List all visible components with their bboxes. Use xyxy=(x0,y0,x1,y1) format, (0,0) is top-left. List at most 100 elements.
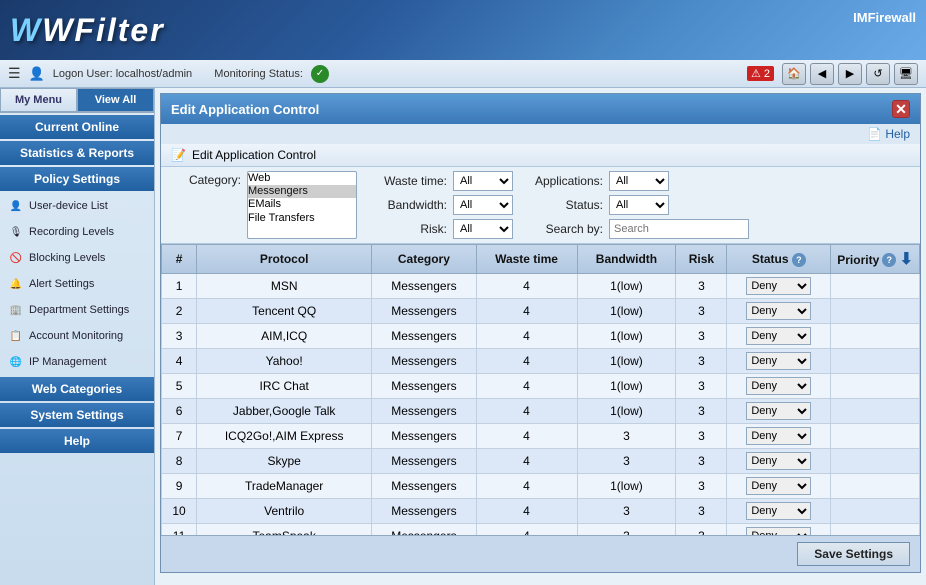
help-link[interactable]: 📄 Help xyxy=(867,127,910,141)
app-control-table: # Protocol Category Waste time Bandwidth… xyxy=(161,244,920,535)
priority-help-icon[interactable]: ? xyxy=(882,253,896,267)
home-button[interactable]: 🏠 xyxy=(782,63,806,85)
cell-status: AllowDenyMonitor xyxy=(727,374,831,399)
col-risk: Risk xyxy=(676,245,727,274)
cell-waste-time: 4 xyxy=(476,474,577,499)
risk-label: Risk: xyxy=(377,222,447,236)
cell-status: AllowDenyMonitor xyxy=(727,324,831,349)
bandwidth-select[interactable]: All xyxy=(453,195,513,215)
cell-priority xyxy=(831,524,920,536)
cell-bandwidth: 1(low) xyxy=(577,399,676,424)
toolbar-nav-icons: ⚠ 2 🏠 ◀ ▶ ↺ 🖥 xyxy=(747,63,918,85)
warning-icon: ⚠ 2 xyxy=(747,66,774,81)
row-status-select[interactable]: AllowDenyMonitor xyxy=(746,352,811,370)
ip-icon: 🌐 xyxy=(8,354,24,370)
sidebar-item-blocking-levels[interactable]: 🚫 Blocking Levels xyxy=(0,245,154,271)
dialog-footer: Save Settings xyxy=(161,535,920,572)
sidebar-item-alert-settings[interactable]: 🔔 Alert Settings xyxy=(0,271,154,297)
cell-status: AllowDenyMonitor xyxy=(727,274,831,299)
row-status-select[interactable]: AllowDenyMonitor xyxy=(746,377,811,395)
dialog-subheader-text: Edit Application Control xyxy=(192,148,316,162)
cell-priority xyxy=(831,449,920,474)
dialog-body: 📄 Help 📝 Edit Application Control Catego… xyxy=(161,124,920,572)
refresh-button[interactable]: ↺ xyxy=(866,63,890,85)
col-priority: Priority ? ⬇ xyxy=(831,245,920,274)
row-status-select[interactable]: AllowDenyMonitor xyxy=(746,527,811,535)
col-bandwidth: Bandwidth xyxy=(577,245,676,274)
cell-waste-time: 4 xyxy=(476,399,577,424)
monitor-button[interactable]: 🖥 xyxy=(894,63,918,85)
row-status-select[interactable]: AllowDenyMonitor xyxy=(746,302,811,320)
category-select[interactable]: Web Messengers EMails File Transfers xyxy=(247,171,357,239)
search-input[interactable] xyxy=(609,219,749,239)
category-option-messengers[interactable]: Messengers xyxy=(248,185,356,198)
category-option-emails[interactable]: EMails xyxy=(248,198,356,211)
row-status-select[interactable]: AllowDenyMonitor xyxy=(746,427,811,445)
cell-category: Messengers xyxy=(372,299,476,324)
cell-category: Messengers xyxy=(372,474,476,499)
cell-protocol: Ventrilo xyxy=(197,499,372,524)
risk-select[interactable]: All xyxy=(453,219,513,239)
table-row: 3 AIM,ICQ Messengers 4 1(low) 3 AllowDen… xyxy=(162,324,920,349)
cell-risk: 3 xyxy=(676,424,727,449)
cell-num: 4 xyxy=(162,349,197,374)
applications-label: Applications: xyxy=(533,174,603,188)
back-button[interactable]: ◀ xyxy=(810,63,834,85)
sort-down-icon[interactable]: ⬇ xyxy=(900,251,913,268)
view-all-tab[interactable]: View All xyxy=(77,88,154,112)
cell-risk: 3 xyxy=(676,374,727,399)
table-row: 4 Yahoo! Messengers 4 1(low) 3 AllowDeny… xyxy=(162,349,920,374)
sidebar-section-system-settings[interactable]: System Settings xyxy=(0,403,154,427)
department-settings-label: Department Settings xyxy=(29,304,129,316)
logon-user-label: Logon User: localhost/admin xyxy=(53,68,192,80)
table-row: 11 TeamSpeak Messengers 4 3 3 AllowDenyM… xyxy=(162,524,920,536)
applications-select[interactable]: All xyxy=(609,171,669,191)
save-settings-button[interactable]: Save Settings xyxy=(797,542,910,566)
cell-priority xyxy=(831,299,920,324)
sidebar-item-department-settings[interactable]: 🏢 Department Settings xyxy=(0,297,154,323)
category-option-web[interactable]: Web xyxy=(248,172,356,185)
cell-num: 6 xyxy=(162,399,197,424)
dialog-close-button[interactable]: ✕ xyxy=(892,100,910,118)
filter-form: Category: Web Messengers EMails File Tra… xyxy=(161,167,920,244)
sidebar-item-ip-management[interactable]: 🌐 IP Management xyxy=(0,349,154,375)
cell-status: AllowDenyMonitor xyxy=(727,499,831,524)
cell-waste-time: 4 xyxy=(476,299,577,324)
cell-bandwidth: 1(low) xyxy=(577,324,676,349)
col-category: Category xyxy=(372,245,476,274)
category-option-filetransfers[interactable]: File Transfers xyxy=(248,212,356,225)
cell-risk: 3 xyxy=(676,399,727,424)
row-status-select[interactable]: AllowDenyMonitor xyxy=(746,402,811,420)
cell-protocol: Tencent QQ xyxy=(197,299,372,324)
cell-bandwidth: 1(low) xyxy=(577,274,676,299)
row-status-select[interactable]: AllowDenyMonitor xyxy=(746,277,811,295)
sidebar-section-statistics[interactable]: Statistics & Reports xyxy=(0,141,154,165)
cell-waste-time: 4 xyxy=(476,274,577,299)
sidebar-section-help[interactable]: Help xyxy=(0,429,154,453)
sidebar-section-web-categories[interactable]: Web Categories xyxy=(0,377,154,401)
sidebar-section-current-online[interactable]: Current Online xyxy=(0,115,154,139)
cell-category: Messengers xyxy=(372,274,476,299)
sidebar-item-user-device[interactable]: 👤 User-device List xyxy=(0,193,154,219)
sidebar-section-policy[interactable]: Policy Settings xyxy=(0,167,154,191)
col-status: Status ? xyxy=(727,245,831,274)
my-menu-tab[interactable]: My Menu xyxy=(0,88,77,112)
user-icon: 👤 xyxy=(29,66,45,82)
applications-row: Applications: All xyxy=(533,171,749,191)
cell-priority xyxy=(831,474,920,499)
row-status-select[interactable]: AllowDenyMonitor xyxy=(746,477,811,495)
cell-num: 11 xyxy=(162,524,197,536)
col-protocol: Protocol xyxy=(197,245,372,274)
status-select[interactable]: All xyxy=(609,195,669,215)
row-status-select[interactable]: AllowDenyMonitor xyxy=(746,452,811,470)
forward-button[interactable]: ▶ xyxy=(838,63,862,85)
status-help-icon[interactable]: ? xyxy=(792,253,806,267)
row-status-select[interactable]: AllowDenyMonitor xyxy=(746,502,811,520)
cell-priority xyxy=(831,399,920,424)
cell-protocol: Skype xyxy=(197,449,372,474)
cell-status: AllowDenyMonitor xyxy=(727,449,831,474)
waste-time-select[interactable]: All xyxy=(453,171,513,191)
sidebar-item-recording-levels[interactable]: 🎙 Recording Levels xyxy=(0,219,154,245)
sidebar-item-account-monitoring[interactable]: 📋 Account Monitoring xyxy=(0,323,154,349)
row-status-select[interactable]: AllowDenyMonitor xyxy=(746,327,811,345)
